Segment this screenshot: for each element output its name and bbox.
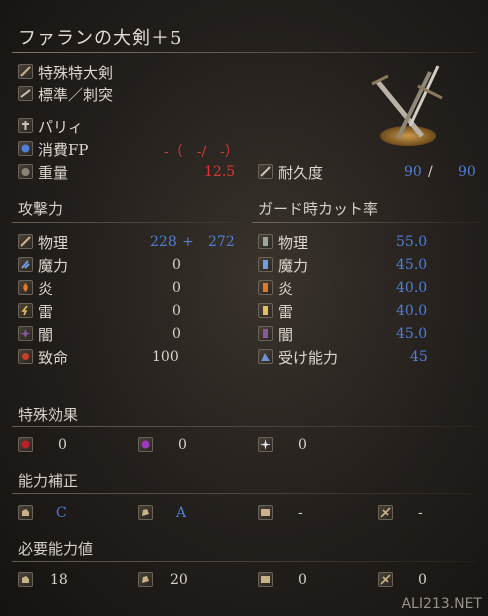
frost-icon xyxy=(258,437,273,452)
weight-value: 12.5 xyxy=(204,164,236,180)
guard-value-fire: 40.0 xyxy=(396,280,428,296)
stability-icon xyxy=(258,349,273,364)
weapon-category: 特殊特大剣 xyxy=(38,64,114,82)
weapon-skill-icon xyxy=(18,118,33,133)
attack-bonus-sign: + xyxy=(182,234,194,250)
guard-label-lightning: 雷 xyxy=(278,303,294,321)
lightning-guard-icon xyxy=(258,303,273,318)
attack-divider xyxy=(12,222,240,223)
magic-attack-icon xyxy=(18,257,33,272)
scaling-header: 能力補正 xyxy=(18,472,79,490)
requirement-strength: 18 xyxy=(50,572,68,588)
strength-icon xyxy=(18,505,33,520)
fp-cost-value: -（ -/ -） xyxy=(164,144,239,160)
faith-icon xyxy=(378,505,393,520)
attack-label-critical: 致命 xyxy=(38,349,69,367)
intelligence-icon xyxy=(258,572,273,587)
attack-value-fire: 0 xyxy=(172,280,181,296)
weapon-name: ファランの大剣＋5 xyxy=(18,28,183,49)
attack-header: 攻撃力 xyxy=(18,200,64,218)
special-effects-header: 特殊効果 xyxy=(18,406,79,424)
dexterity-icon xyxy=(138,505,153,520)
item-detail-panel: ファランの大剣＋5 特殊特大剣 標準／刺突 パリィ 消費FP -（ -/ -） xyxy=(0,0,488,616)
attack-value-magic: 0 xyxy=(172,257,181,273)
weight-icon xyxy=(18,164,33,179)
fp-cost-icon xyxy=(18,141,33,156)
attack-value-lightning: 0 xyxy=(172,303,181,319)
guard-value-physical: 55.0 xyxy=(396,234,428,250)
guard-divider xyxy=(252,222,480,223)
dark-guard-icon xyxy=(258,326,273,341)
requirement-faith: 0 xyxy=(418,572,427,588)
attack-type: 標準／刺突 xyxy=(38,86,114,104)
weapon-skill: パリィ xyxy=(38,118,84,136)
faith-icon xyxy=(378,572,393,587)
guard-value-magic: 45.0 xyxy=(396,257,428,273)
special-value-frost: 0 xyxy=(298,437,307,453)
scaling-divider xyxy=(12,493,476,494)
durability-separator: / xyxy=(428,164,433,180)
dexterity-icon xyxy=(138,572,153,587)
durability-max: 90 xyxy=(458,164,476,180)
scaling-faith: - xyxy=(418,505,423,521)
attack-value-dark: 0 xyxy=(172,326,181,342)
attack-label-fire: 炎 xyxy=(38,280,54,298)
durability-label: 耐久度 xyxy=(278,164,324,182)
intelligence-icon xyxy=(258,505,273,520)
guard-header: ガード時カット率 xyxy=(258,200,379,218)
scaling-strength: C xyxy=(56,505,67,521)
special-value-poison: 0 xyxy=(178,437,187,453)
guard-label-magic: 魔力 xyxy=(278,257,309,275)
weight-label: 重量 xyxy=(38,164,69,182)
lightning-attack-icon xyxy=(18,303,33,318)
critical-icon xyxy=(18,349,33,364)
magic-guard-icon xyxy=(258,257,273,272)
attack-value-critical: 100 xyxy=(152,349,179,365)
requirements-header: 必要能力値 xyxy=(18,540,94,558)
attack-label-dark: 闇 xyxy=(38,326,54,344)
attack-label-magic: 魔力 xyxy=(38,257,69,275)
poison-icon xyxy=(138,437,153,452)
requirements-divider xyxy=(12,561,476,562)
physical-attack-icon xyxy=(18,234,33,249)
scaling-intelligence: - xyxy=(298,505,303,521)
requirement-intelligence: 0 xyxy=(298,572,307,588)
guard-label-stability: 受け能力 xyxy=(278,349,339,367)
physical-guard-icon xyxy=(258,234,273,249)
bleed-icon xyxy=(18,437,33,452)
attack-label-physical: 物理 xyxy=(38,234,69,252)
weapon-image xyxy=(371,65,443,146)
attack-type-icon xyxy=(18,86,33,101)
scaling-dexterity: A xyxy=(176,505,187,521)
attack-label-lightning: 雷 xyxy=(38,303,54,321)
guard-value-lightning: 40.0 xyxy=(396,303,428,319)
fp-cost-label: 消費FP xyxy=(38,141,89,159)
fire-guard-icon xyxy=(258,280,273,295)
special-value-bleed: 0 xyxy=(58,437,67,453)
durability-current: 90 xyxy=(404,164,422,180)
durability-icon xyxy=(258,164,273,179)
requirement-dexterity: 20 xyxy=(170,572,188,588)
guard-label-physical: 物理 xyxy=(278,234,309,252)
fire-attack-icon xyxy=(18,280,33,295)
strength-icon xyxy=(18,572,33,587)
title-divider xyxy=(12,52,476,53)
attack-value-physical: 228 xyxy=(150,234,177,250)
guard-label-fire: 炎 xyxy=(278,280,294,298)
special-effects-divider xyxy=(12,426,476,427)
guard-value-stability: 45 xyxy=(410,349,428,365)
dark-attack-icon xyxy=(18,326,33,341)
watermark: ALI213.NET xyxy=(401,596,482,612)
weapon-category-icon xyxy=(18,64,33,79)
guard-label-dark: 闇 xyxy=(278,326,294,344)
guard-value-dark: 45.0 xyxy=(396,326,428,342)
attack-bonus-physical: 272 xyxy=(208,234,235,250)
